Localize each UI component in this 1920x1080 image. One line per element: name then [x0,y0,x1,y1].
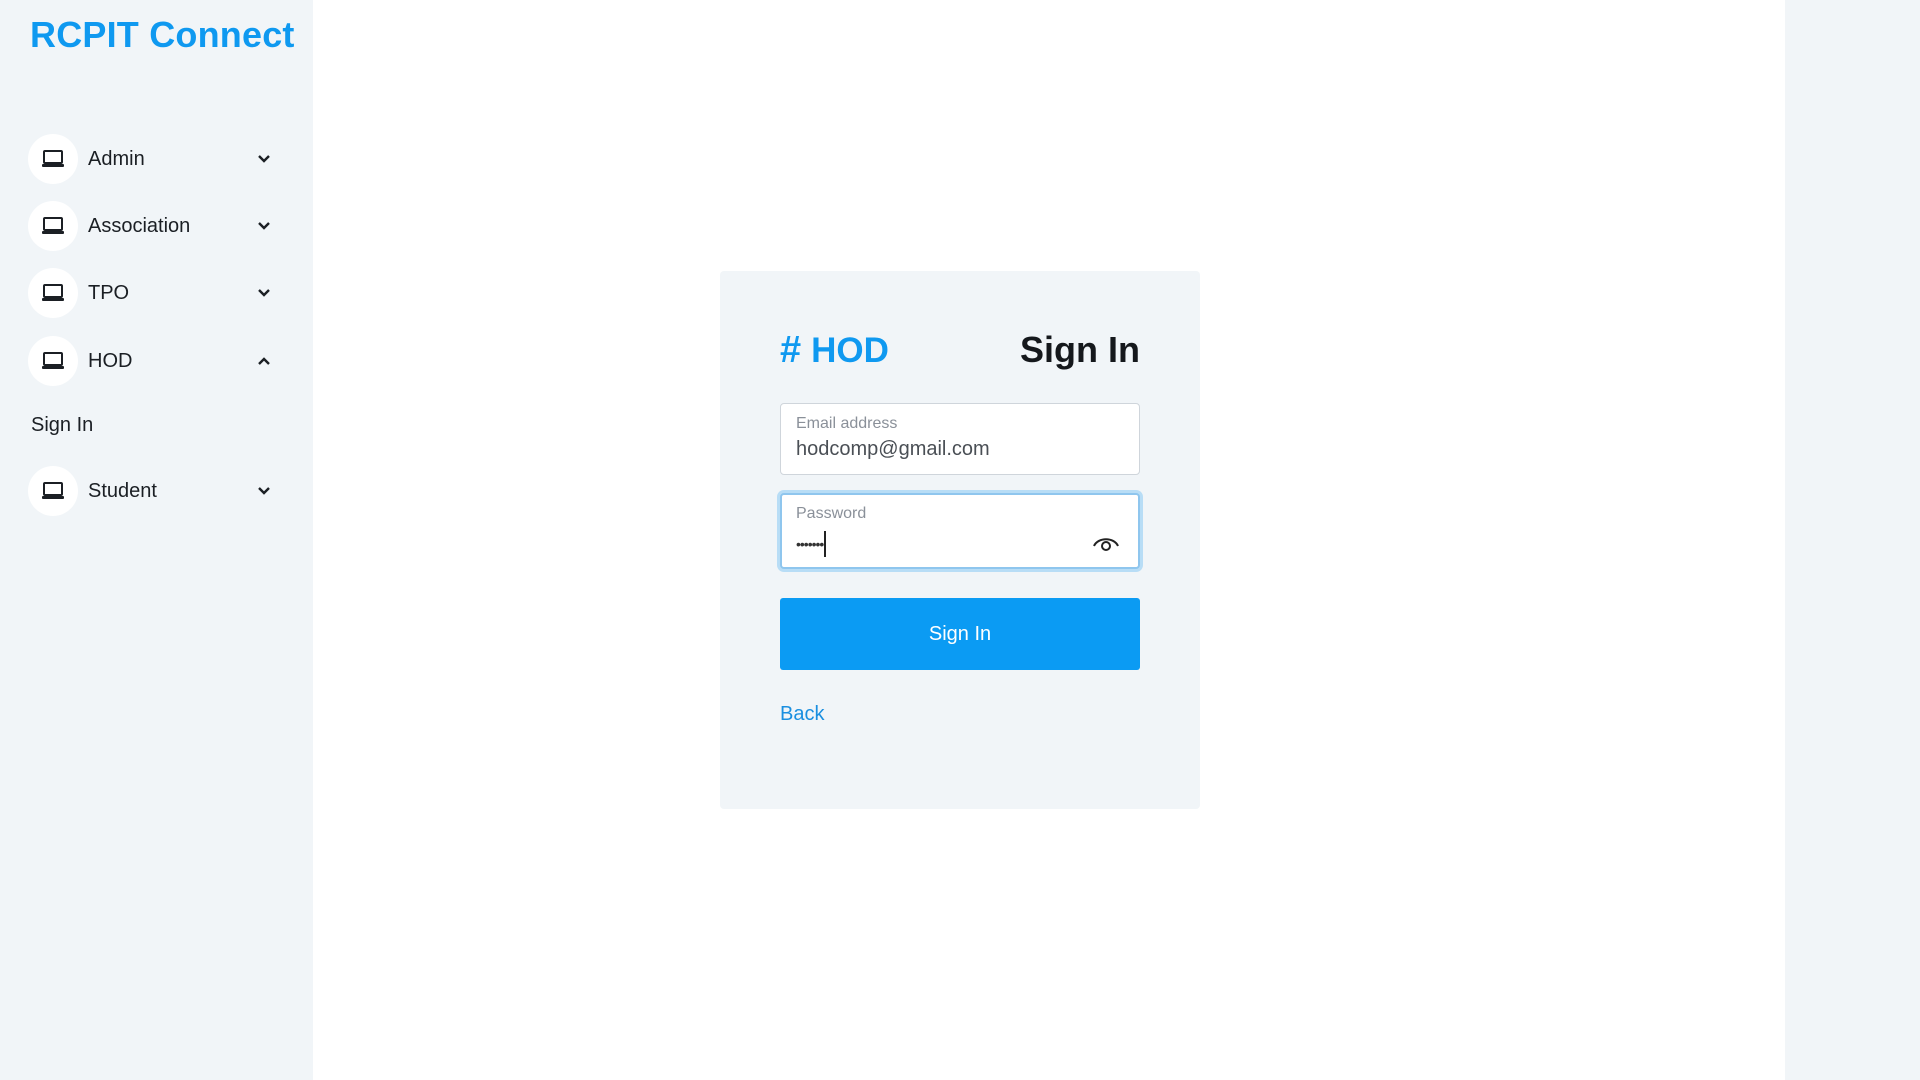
laptop-icon [28,336,78,386]
signin-button[interactable]: Sign In [780,598,1140,670]
sidebar: RCPIT Connect Admin Association TPO HOD … [0,0,313,1080]
brand-title: RCPIT Connect [30,14,295,55]
sidebar-item-student[interactable]: Student [28,466,278,516]
sidebar-item-label: TPO [88,281,130,304]
signin-card: # HOD Sign In Email address Password •••… [720,271,1200,809]
right-gutter [1785,0,1920,1080]
sidebar-item-label: HOD [88,349,133,372]
chevron-down-icon [256,285,272,301]
email-input[interactable] [796,438,1096,461]
signin-card-header: # HOD Sign In [780,329,1140,375]
back-link[interactable]: Back [780,703,824,726]
sidebar-item-admin[interactable]: Admin [28,134,278,184]
hash-icon: # [780,329,802,371]
laptop-icon [28,134,78,184]
password-masked-value: ••••••• [796,536,824,552]
sidebar-item-label: Admin [88,147,145,170]
sidebar-item-label: Student [88,479,157,502]
laptop-icon [28,268,78,318]
password-label: Password [796,505,867,522]
app-root: RCPIT Connect Admin Association TPO HOD … [0,0,1920,1080]
signin-heading: Sign In [1020,329,1140,370]
role-label: HOD [811,330,889,370]
sidebar-item-tpo[interactable]: TPO [28,268,278,318]
email-label: Email address [796,415,898,432]
laptop-icon [28,201,78,251]
chevron-down-icon [256,218,272,234]
email-field[interactable]: Email address [780,403,1140,475]
laptop-icon [28,466,78,516]
sidebar-subitem-hod-signin[interactable]: Sign In [31,414,93,437]
chevron-down-icon [256,151,272,167]
sidebar-item-hod[interactable]: HOD [28,336,278,386]
sidebar-item-label: Association [88,214,191,237]
role-title: # HOD [780,329,889,372]
sidebar-item-association[interactable]: Association [28,201,278,251]
chevron-down-icon [256,483,272,499]
chevron-up-icon [256,353,272,369]
text-caret [824,531,826,557]
password-input[interactable]: ••••••• [796,531,826,557]
main-content: # HOD Sign In Email address Password •••… [313,0,1785,1080]
password-field[interactable]: Password ••••••• [780,493,1140,569]
eye-icon[interactable] [1092,531,1120,555]
